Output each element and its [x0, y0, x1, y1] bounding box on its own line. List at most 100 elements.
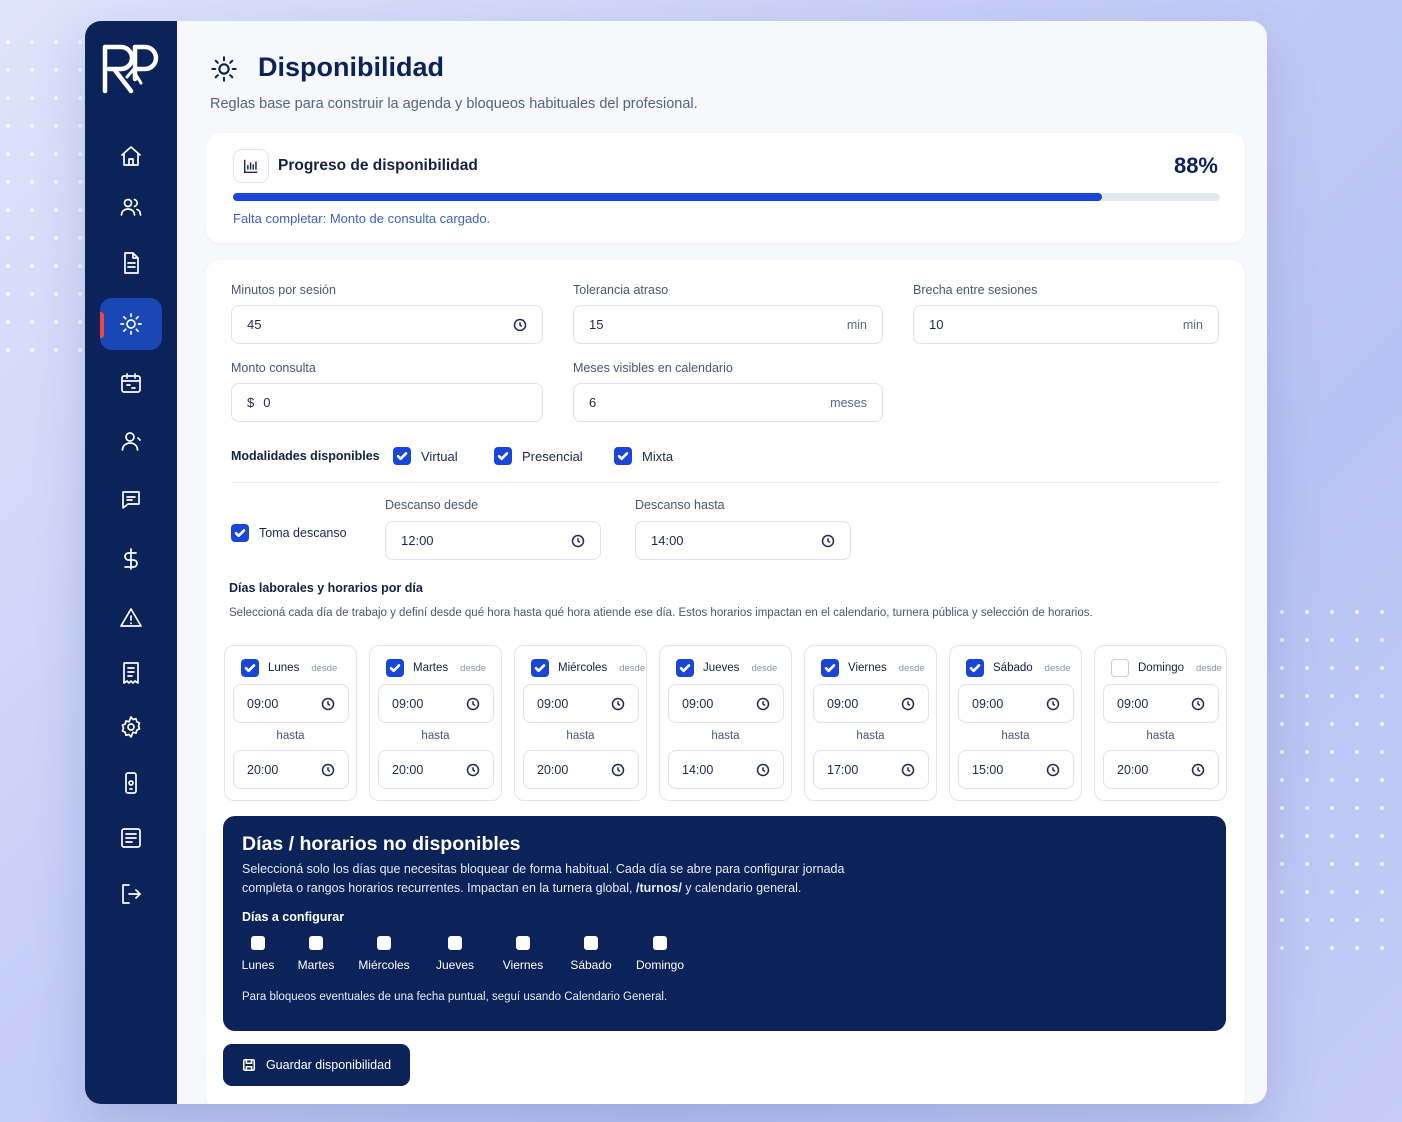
day-from-input[interactable]: 09:00: [668, 684, 784, 723]
descanso-desde-input[interactable]: 12:00: [385, 521, 601, 560]
checkbox-checked[interactable]: [966, 659, 984, 677]
meses-input[interactable]: 6 meses: [573, 383, 883, 422]
checkbox-unchecked[interactable]: [653, 936, 667, 950]
checkbox-checked[interactable]: [676, 659, 694, 677]
modalidad-mixta[interactable]: Mixta: [614, 447, 673, 465]
phone-icon: [125, 772, 137, 794]
checkbox-checked[interactable]: [393, 447, 411, 465]
clock-icon: [821, 534, 835, 547]
sidebar-item-phone[interactable]: [100, 757, 162, 809]
bg-dot: [1355, 750, 1359, 754]
checkbox-checked[interactable]: [614, 447, 632, 465]
sidebar-item-sun[interactable]: [100, 298, 162, 350]
checkbox-checked[interactable]: [231, 524, 249, 542]
clock-icon: [1191, 697, 1205, 710]
day-header[interactable]: Domingo desde: [1111, 659, 1222, 677]
modalidad-presencial[interactable]: Presencial: [494, 447, 583, 465]
modalidad-virtual[interactable]: Virtual: [393, 447, 458, 465]
blocked-day-sábado[interactable]: Sábado: [551, 936, 631, 972]
sidebar-item-users[interactable]: [100, 181, 162, 233]
desde-label: desde: [460, 662, 487, 674]
day-from-input[interactable]: 09:00: [378, 684, 494, 723]
day-to-input[interactable]: 14:00: [668, 750, 784, 789]
checkbox-unchecked[interactable]: [448, 936, 462, 950]
bg-dot: [78, 180, 82, 184]
day-header[interactable]: Sábado desde: [966, 659, 1071, 677]
bg-dot: [78, 320, 82, 324]
bg-dot: [1280, 666, 1284, 670]
bg-dot: [54, 40, 58, 44]
toma-descanso-toggle[interactable]: Toma descanso: [231, 524, 347, 542]
sidebar-item-dollar[interactable]: [100, 533, 162, 585]
sidebar-item-message[interactable]: [100, 474, 162, 526]
bg-dot: [54, 320, 58, 324]
clock-icon: [756, 697, 770, 710]
monto-input[interactable]: $ 0: [231, 383, 543, 422]
checkbox-unchecked[interactable]: [516, 936, 530, 950]
bg-dot: [30, 40, 34, 44]
day-from-value: 09:00: [682, 696, 714, 711]
save-button-label: Guardar disponibilidad: [265, 1058, 392, 1072]
day-to-input[interactable]: 20:00: [378, 750, 494, 789]
day-to-value: 15:00: [972, 762, 1004, 777]
day-header[interactable]: Viernes desde: [821, 659, 925, 677]
divider: [231, 482, 1219, 483]
day-to-input[interactable]: 17:00: [813, 750, 929, 789]
sidebar-item-user[interactable]: [100, 415, 162, 467]
checkbox-unchecked[interactable]: [309, 936, 323, 950]
day-to-input[interactable]: 20:00: [233, 750, 349, 789]
sidebar-item-receipt[interactable]: [100, 647, 162, 699]
bg-dot: [1305, 862, 1309, 866]
day-to-input[interactable]: 20:00: [1103, 750, 1219, 789]
day-name: Jueves: [703, 662, 740, 674]
bg-dot: [6, 152, 10, 156]
blocked-day-domingo[interactable]: Domingo: [620, 936, 700, 972]
day-from-input[interactable]: 09:00: [1103, 684, 1219, 723]
checkbox-unchecked[interactable]: [584, 936, 598, 950]
save-button[interactable]: Guardar disponibilidad: [223, 1044, 410, 1086]
day-header[interactable]: Miércoles desde: [531, 659, 645, 677]
users-icon: [120, 198, 142, 216]
day-header[interactable]: Martes desde: [386, 659, 486, 677]
day-from-input[interactable]: 09:00: [523, 684, 639, 723]
day-from-input[interactable]: 09:00: [813, 684, 929, 723]
brecha-value: 10: [929, 317, 944, 332]
checkbox-unchecked[interactable]: [1111, 659, 1129, 677]
checkbox-checked[interactable]: [241, 659, 259, 677]
desde-label: desde: [1196, 662, 1222, 674]
checkbox-checked[interactable]: [494, 447, 512, 465]
bg-dot: [54, 348, 58, 352]
minutos-input[interactable]: 45: [231, 305, 543, 344]
tolerancia-value: 15: [589, 317, 604, 332]
tolerancia-input[interactable]: 15 min: [573, 305, 883, 344]
day-to-input[interactable]: 15:00: [958, 750, 1074, 789]
day-from-value: 09:00: [827, 696, 859, 711]
day-header[interactable]: Lunes desde: [241, 659, 337, 677]
day-from-value: 09:00: [972, 696, 1004, 711]
checkbox-checked[interactable]: [531, 659, 549, 677]
sidebar-item-list[interactable]: [100, 812, 162, 864]
sidebar-item-document[interactable]: [100, 237, 162, 289]
bg-dot: [1280, 610, 1284, 614]
day-header[interactable]: Jueves desde: [676, 659, 777, 677]
day-to-input[interactable]: 20:00: [523, 750, 639, 789]
sidebar-item-calendar[interactable]: [100, 357, 162, 409]
checkbox-checked[interactable]: [386, 659, 404, 677]
day-from-input[interactable]: 09:00: [233, 684, 349, 723]
progress-title: Progreso de disponibilidad: [278, 157, 478, 174]
descanso-hasta-input[interactable]: 14:00: [635, 521, 851, 560]
bg-dot: [30, 180, 34, 184]
sidebar-item-warning[interactable]: [100, 592, 162, 644]
checkbox-unchecked[interactable]: [377, 936, 391, 950]
blocked-day-miércoles[interactable]: Miércoles: [344, 936, 424, 972]
checkbox-unchecked[interactable]: [251, 936, 265, 950]
sidebar-item-logout[interactable]: [100, 868, 162, 920]
sidebar-item-settings[interactable]: [100, 701, 162, 753]
checkbox-checked[interactable]: [821, 659, 839, 677]
day-from-input[interactable]: 09:00: [958, 684, 1074, 723]
blocked-day-label: Jueves: [435, 958, 475, 972]
hasta-label: hasta: [421, 730, 450, 742]
clock-icon: [901, 763, 915, 776]
brecha-input[interactable]: 10 min: [913, 305, 1219, 344]
sidebar-item-home[interactable]: [100, 130, 162, 182]
